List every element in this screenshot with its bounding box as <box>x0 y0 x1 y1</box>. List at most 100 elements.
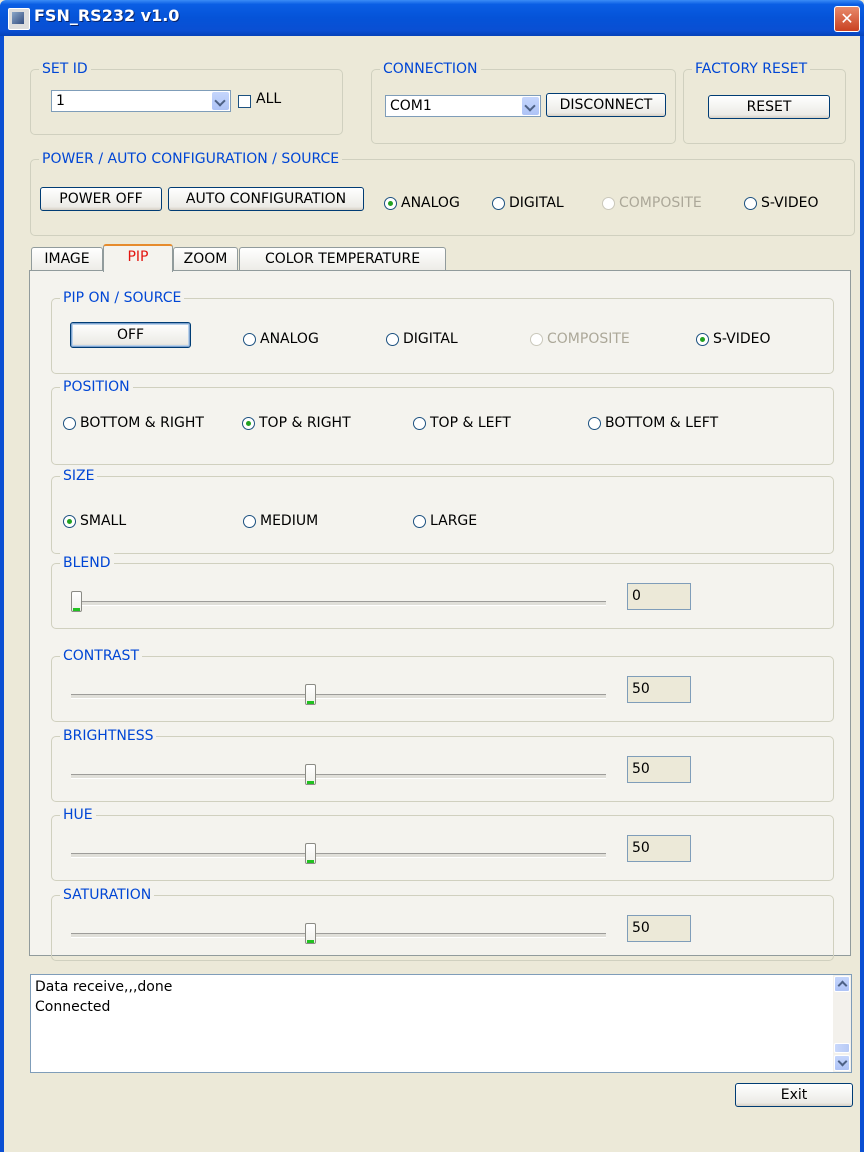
scroll-down-icon[interactable] <box>834 1055 850 1071</box>
pip-source-radio-analog[interactable]: ANALOG <box>243 330 319 348</box>
contrast-label: CONTRAST <box>60 646 142 666</box>
log-line: Connected <box>35 999 111 1015</box>
disconnect-button[interactable]: DISCONNECT <box>546 93 666 117</box>
tab-color-temperature[interactable]: COLOR TEMPERATURE <box>239 247 446 271</box>
tab-pip[interactable]: PIP <box>103 244 173 272</box>
radio-dot[interactable] <box>413 514 426 528</box>
brightness-group: BRIGHTNESS <box>51 726 834 802</box>
radio-label: S-VIDEO <box>761 195 819 211</box>
radio-dot[interactable] <box>242 416 255 430</box>
pip-source-radio-digital[interactable]: DIGITAL <box>386 330 458 348</box>
pip-off-button[interactable]: OFF <box>70 322 191 348</box>
contrast-slider-track[interactable] <box>71 694 606 699</box>
title-bar[interactable]: FSN_RS232 v1.0 ✕ <box>0 0 864 36</box>
radio-label: LARGE <box>430 513 478 529</box>
radio-label: S-VIDEO <box>713 331 771 347</box>
radio-label: ANALOG <box>260 331 319 347</box>
scroll-up-icon[interactable] <box>834 976 850 992</box>
pip-source-label: PIP ON / SOURCE <box>60 288 185 308</box>
position-radio-bottom-right[interactable]: BOTTOM & RIGHT <box>63 414 204 432</box>
main-window: FSN_RS232 v1.0 ✕ SET ID 1 ALL CONNECTION… <box>0 0 864 1152</box>
source-radio-digital[interactable]: DIGITAL <box>492 194 564 212</box>
chevron-down-icon[interactable] <box>522 97 539 115</box>
blend-slider-track[interactable] <box>71 601 606 606</box>
radio-label: DIGITAL <box>509 195 564 211</box>
radio-label: COMPOSITE <box>547 331 630 347</box>
radio-label: TOP & RIGHT <box>259 415 351 431</box>
brightness-slider-thumb[interactable] <box>305 764 316 785</box>
saturation-slider-thumb[interactable] <box>305 923 316 944</box>
contrast-value: 50 <box>627 676 691 703</box>
window-title: FSN_RS232 v1.0 <box>34 6 180 25</box>
brightness-slider-track[interactable] <box>71 774 606 779</box>
saturation-group: SATURATION <box>51 885 834 961</box>
brightness-value: 50 <box>627 756 691 783</box>
radio-dot[interactable] <box>63 416 76 430</box>
saturation-label: SATURATION <box>60 885 155 905</box>
connection-label: CONNECTION <box>380 59 481 79</box>
pip-size-label: SIZE <box>60 466 98 486</box>
power-source-label: POWER / AUTO CONFIGURATION / SOURCE <box>39 149 343 169</box>
radio-dot[interactable] <box>413 416 426 430</box>
blend-value: 0 <box>627 583 691 610</box>
saturation-value: 50 <box>627 915 691 942</box>
blend-label: BLEND <box>60 553 114 573</box>
contrast-group: CONTRAST <box>51 646 834 722</box>
blend-group: BLEND <box>51 553 834 629</box>
pip-source-radio-s-video[interactable]: S-VIDEO <box>696 330 770 348</box>
radio-dot <box>602 196 615 210</box>
pip-position-label: POSITION <box>60 377 133 397</box>
hue-slider-thumb[interactable] <box>305 843 316 864</box>
source-radio-analog[interactable]: ANALOG <box>384 194 460 212</box>
source-radio-s-video[interactable]: S-VIDEO <box>744 194 818 212</box>
radio-dot[interactable] <box>243 332 256 346</box>
tab-image[interactable]: IMAGE <box>31 247 103 271</box>
size-radio-large[interactable]: LARGE <box>413 512 477 530</box>
size-radio-small[interactable]: SMALL <box>63 512 126 530</box>
radio-dot[interactable] <box>386 332 399 346</box>
close-icon[interactable]: ✕ <box>834 6 860 32</box>
auto-configuration-button[interactable]: AUTO CONFIGURATION <box>168 187 364 211</box>
com-port-combo[interactable]: COM1 <box>385 95 541 117</box>
hue-label: HUE <box>60 805 96 825</box>
scroll-thumb[interactable] <box>834 1043 850 1053</box>
log-line: Data receive,,,done <box>35 979 173 995</box>
source-radio-composite: COMPOSITE <box>602 194 702 212</box>
radio-label: SMALL <box>80 513 127 529</box>
radio-label: COMPOSITE <box>619 195 702 211</box>
radio-label: MEDIUM <box>260 513 319 529</box>
status-log[interactable]: Data receive,,,done Connected <box>30 974 852 1073</box>
set-id-combo[interactable]: 1 <box>51 90 231 112</box>
position-radio-top-right[interactable]: TOP & RIGHT <box>242 414 351 432</box>
position-radio-bottom-left[interactable]: BOTTOM & LEFT <box>588 414 718 432</box>
set-id-value: 1 <box>56 93 65 109</box>
brightness-label: BRIGHTNESS <box>60 726 157 746</box>
size-radio-medium[interactable]: MEDIUM <box>243 512 318 530</box>
factory-reset-label: FACTORY RESET <box>692 59 811 79</box>
radio-dot[interactable] <box>63 514 76 528</box>
hue-slider-track[interactable] <box>71 853 606 858</box>
blend-slider-thumb[interactable] <box>71 591 82 612</box>
radio-dot[interactable] <box>588 416 601 430</box>
radio-dot[interactable] <box>744 196 757 210</box>
contrast-slider-thumb[interactable] <box>305 684 316 705</box>
reset-button[interactable]: RESET <box>708 95 830 119</box>
radio-label: BOTTOM & LEFT <box>605 415 719 431</box>
radio-dot[interactable] <box>384 196 397 210</box>
radio-dot[interactable] <box>492 196 505 210</box>
log-scrollbar[interactable] <box>833 975 851 1072</box>
all-checkbox[interactable] <box>238 95 251 108</box>
exit-button[interactable]: Exit <box>735 1083 853 1107</box>
chevron-down-icon[interactable] <box>212 92 229 110</box>
com-port-value: COM1 <box>390 98 432 114</box>
radio-label: BOTTOM & RIGHT <box>80 415 204 431</box>
tab-zoom[interactable]: ZOOM <box>173 247 238 271</box>
radio-dot[interactable] <box>696 332 709 346</box>
window-frame-right <box>860 36 864 1152</box>
power-off-button[interactable]: POWER OFF <box>40 187 162 211</box>
position-radio-top-left[interactable]: TOP & LEFT <box>413 414 511 432</box>
radio-label: ANALOG <box>401 195 460 211</box>
radio-dot[interactable] <box>243 514 256 528</box>
pip-source-radio-composite: COMPOSITE <box>530 330 630 348</box>
saturation-slider-track[interactable] <box>71 933 606 938</box>
